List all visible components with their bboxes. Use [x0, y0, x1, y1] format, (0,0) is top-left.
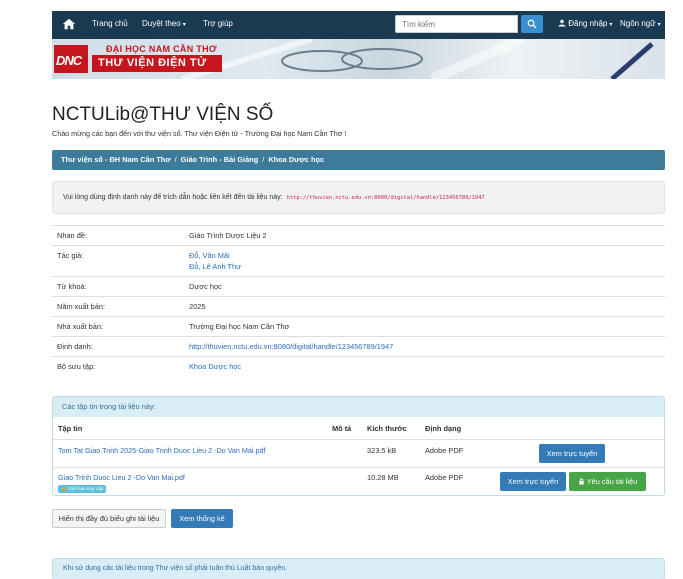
- banner-library-name: THƯ VIỆN ĐIỆN TỬ: [92, 55, 222, 72]
- metadata-label: Bộ sưu tập:: [57, 362, 96, 371]
- lock-icon: [579, 478, 584, 485]
- files-panel: Các tập tin trong tài liệu này: Tập tin …: [52, 396, 665, 496]
- file-link[interactable]: Tom Tat Giao Trinh 2025-Giao Trinh Duoc …: [58, 446, 265, 455]
- author-link[interactable]: Đỗ, Văn Mãi: [189, 251, 230, 260]
- metadata-value: Dược học: [189, 282, 222, 291]
- collection-link[interactable]: Khoa Dược học: [189, 362, 241, 371]
- metadata-label: Định danh:: [57, 342, 93, 351]
- breadcrumb-item[interactable]: Thư viện số - ĐH Nam Cần Thơ: [61, 155, 171, 164]
- caret-down-icon: ▾: [657, 22, 661, 28]
- request-document-button[interactable]: Yêu cầu tài liệu: [569, 472, 646, 491]
- page-title: NCTULib@THƯ VIỆN SỐ: [52, 104, 274, 125]
- file-size: 323.5 kB: [367, 446, 397, 455]
- metadata-row: Năm xuất bản: 2025: [52, 296, 665, 316]
- metadata-label: Năm xuất bản:: [57, 302, 106, 311]
- citation-box: Vui lòng dùng định danh này để trích dẫn…: [52, 181, 665, 214]
- metadata-row: Bộ sưu tập: Khoa Dược học: [52, 356, 665, 376]
- metadata-value: Giáo Trình Dược Liệu 2: [189, 231, 267, 240]
- file-format: Adobe PDF: [425, 446, 464, 455]
- file-format: Adobe PDF: [425, 473, 464, 482]
- breadcrumb-item[interactable]: Khoa Dược học: [268, 155, 324, 164]
- user-icon: [558, 19, 566, 27]
- file-size: 10.28 MB: [367, 473, 399, 482]
- breadcrumb-separator: /: [262, 155, 265, 164]
- welcome-text: Chào mừng các bạn đến với thư viện số. T…: [52, 129, 347, 138]
- logo-text: DNC: [56, 53, 82, 68]
- search-input[interactable]: [395, 15, 518, 33]
- metadata-label: Từ khoá:: [57, 282, 87, 291]
- column-header-format: Định dạng: [425, 424, 462, 433]
- breadcrumb-separator: /: [174, 155, 177, 164]
- search-icon: [527, 19, 537, 29]
- view-online-button[interactable]: Xem trực tuyến: [500, 472, 566, 491]
- column-header-size: Kích thước: [367, 424, 407, 433]
- column-header-description: Mô tả: [332, 424, 352, 433]
- show-full-record-button[interactable]: Hiển thị đầy đủ biểu ghi tài liệu: [52, 509, 166, 528]
- citation-instruction: Vui lòng dùng định danh này để trích dẫn…: [63, 194, 283, 201]
- nav-home-link[interactable]: Trang chủ: [92, 19, 128, 28]
- caret-down-icon: ▾: [182, 22, 186, 28]
- home-icon[interactable]: [62, 17, 76, 31]
- metadata-label: Nhan đề:: [57, 231, 87, 240]
- language-menu[interactable]: Ngôn ngữ ▾: [620, 19, 661, 28]
- handle-link[interactable]: http://thuvien.nctu.edu.vn:8080/digital/…: [189, 342, 393, 351]
- copyright-notice: Khi sử dụng các tài liệu trong Thư viện …: [52, 558, 665, 579]
- nav-browse-label: Duyệt theo: [142, 19, 181, 28]
- view-statistics-button[interactable]: Xem thống kê: [171, 509, 233, 528]
- metadata-label: Nhà xuất bản:: [57, 322, 104, 331]
- request-document-label: Yêu cầu tài liệu: [586, 477, 638, 486]
- metadata-row: Định danh: http://thuvien.nctu.edu.vn:80…: [52, 336, 665, 356]
- language-label: Ngôn ngữ: [620, 19, 656, 28]
- metadata-row: Tác giả: Đỗ, Văn Mãi Đỗ, Lê Anh Thư: [52, 245, 665, 276]
- citation-url[interactable]: http://thuvien.nctu.edu.vn:8080/digital/…: [287, 195, 485, 201]
- metadata-row: Nhan đề: Giáo Trình Dược Liệu 2: [52, 225, 665, 245]
- caret-down-icon: ▾: [609, 22, 613, 28]
- metadata-row: Nhà xuất bản: Trường Đại học Nam Cần Thơ: [52, 316, 665, 336]
- university-logo[interactable]: DNC: [54, 45, 88, 73]
- view-online-button[interactable]: Xem trực tuyến: [539, 444, 605, 463]
- lock-icon: 🔒: [61, 486, 67, 491]
- metadata-value: Trường Đại học Nam Cần Thơ: [189, 322, 290, 331]
- site-banner: DNC ĐẠI HỌC NAM CẦN THƠ THƯ VIỆN ĐIỆN TỬ: [52, 39, 665, 79]
- nav-browse-menu[interactable]: Duyệt theo ▾: [142, 19, 186, 28]
- breadcrumb: Thư viện số - ĐH Nam Cần Thơ / Giáo Trình …: [52, 150, 665, 170]
- metadata-value: 2025: [189, 302, 206, 311]
- metadata-row: Từ khoá: Dược học: [52, 276, 665, 296]
- top-navbar: Trang chủ Duyệt theo▾ Trợ giúp Đăng nhập…: [52, 11, 665, 39]
- author-link[interactable]: Đỗ, Lê Anh Thư: [189, 262, 241, 271]
- restricted-access-badge: 🔒 Giới hạn truy cập: [58, 485, 107, 493]
- banner-university-name: ĐẠI HỌC NAM CẦN THƠ: [106, 44, 217, 54]
- table-row: Giao Trinh Duoc Lieu 2 -Do Van Mai.pdf 🔒…: [53, 467, 664, 495]
- metadata-label: Tác giả:: [57, 251, 84, 260]
- breadcrumb-item[interactable]: Giáo Trình - Bài Giảng: [181, 155, 259, 164]
- files-panel-heading: Các tập tin trong tài liệu này:: [53, 397, 664, 417]
- login-label: Đăng nhập: [568, 19, 608, 28]
- search-button[interactable]: [521, 15, 543, 33]
- file-link[interactable]: Giao Trinh Duoc Lieu 2 -Do Van Mai.pdf: [58, 473, 185, 482]
- column-header-file: Tập tin: [58, 424, 83, 433]
- restricted-access-label: Giới hạn truy cập: [68, 486, 104, 491]
- table-row: Tom Tat Giao Trinh 2025-Giao Trinh Duoc …: [53, 439, 664, 467]
- nav-help-link[interactable]: Trợ giúp: [203, 19, 233, 28]
- login-menu[interactable]: Đăng nhập ▾: [558, 19, 612, 28]
